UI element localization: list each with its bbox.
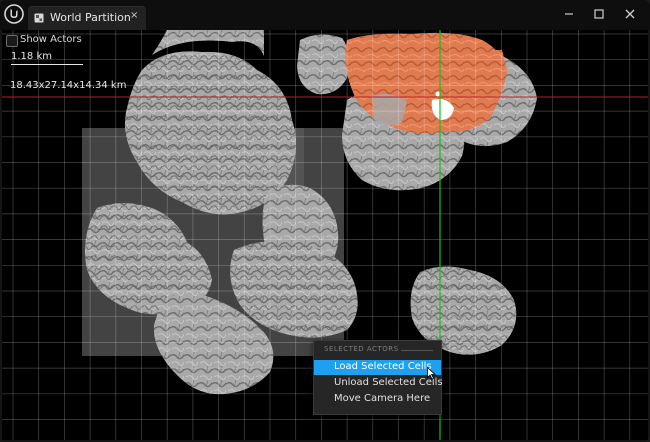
menu-item-label: Move Camera Here <box>334 393 431 404</box>
world-partition-window: World Partition × Show Actors 1.18 km 18… <box>0 0 650 442</box>
menu-section-divider <box>401 350 433 351</box>
minimize-icon <box>565 13 573 15</box>
scale-bar-line <box>11 64 83 65</box>
show-actors-checkbox[interactable] <box>6 35 18 47</box>
minimize-button[interactable] <box>561 6 577 22</box>
menu-item-load-selected-cells[interactable]: Load Selected Cells <box>314 360 441 375</box>
menu-section-header: SELECTED ACTORS <box>314 345 441 357</box>
show-actors-label: Show Actors <box>20 34 82 45</box>
tab-title: World Partition <box>50 11 131 24</box>
close-icon <box>625 9 635 19</box>
menu-item-label: Load Selected Cells <box>334 361 432 372</box>
menu-item-move-camera-here[interactable]: Move Camera Here <box>314 392 441 407</box>
close-window-button[interactable] <box>622 6 638 22</box>
maximize-button[interactable] <box>591 6 607 22</box>
title-bar: World Partition × <box>0 0 650 30</box>
world-dimensions-label: 18.43x27.14x14.34 km <box>10 80 127 91</box>
world-partition-icon <box>34 13 44 23</box>
maximize-icon <box>594 9 604 19</box>
mouse-pointer-icon <box>427 367 436 380</box>
scale-indicator: 1.18 km <box>11 51 83 67</box>
menu-section-title: SELECTED ACTORS <box>324 345 399 353</box>
menu-item-unload-selected-cells[interactable]: Unload Selected Cells <box>314 376 443 391</box>
context-menu: SELECTED ACTORS Load Selected Cells Unlo… <box>313 340 443 415</box>
tab-world-partition[interactable]: World Partition × <box>28 6 146 30</box>
unreal-engine-logo-icon[interactable] <box>4 4 24 24</box>
tab-close-button[interactable]: × <box>130 10 138 21</box>
scale-label: 1.18 km <box>11 51 52 62</box>
